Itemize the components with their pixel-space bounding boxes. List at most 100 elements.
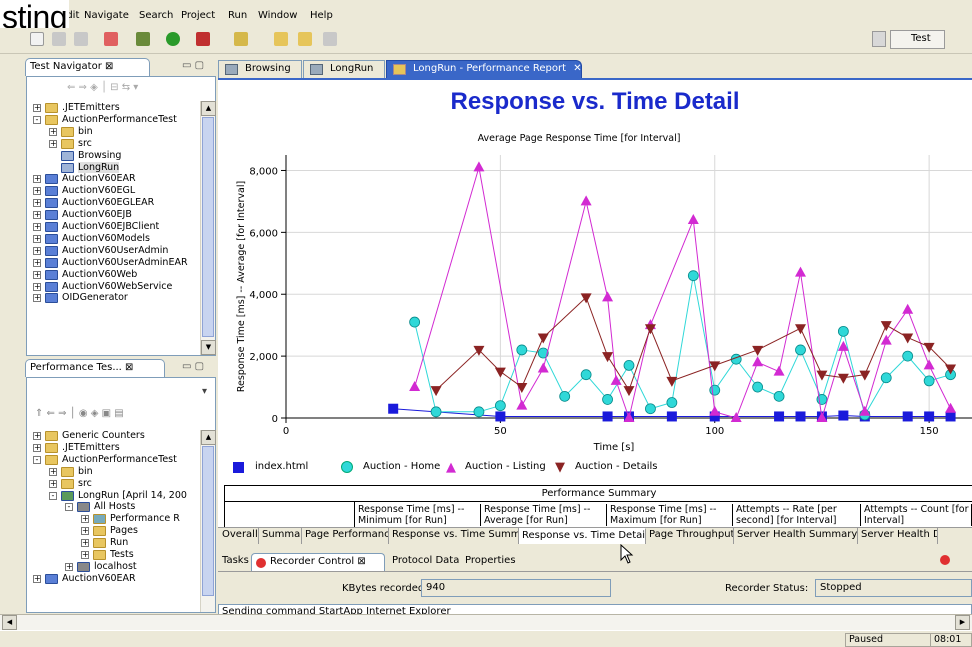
tree-item-label: LongRun [April 14, 200 [78,489,187,501]
tab-browsing[interactable]: Browsing [218,60,302,78]
scroll-thumb[interactable] [202,117,214,337]
save-icon[interactable] [52,32,66,46]
open-perspective-icon[interactable] [872,31,886,47]
expand-icon[interactable]: + [33,234,41,243]
tab-longrun[interactable]: LongRun [303,60,385,78]
expand-icon[interactable]: + [81,515,89,524]
expand-icon[interactable]: + [33,294,41,303]
menu-window[interactable]: Window [258,10,297,21]
column-header[interactable]: Attempts -- Count [for Interval] [861,504,972,526]
scroll-down-button[interactable]: ▼ [201,340,216,355]
close-icon[interactable]: ✕ [573,63,581,74]
expand-icon[interactable]: + [33,175,41,184]
open-type-icon[interactable] [234,32,248,46]
forward-icon[interactable] [298,32,312,46]
horizontal-scrollbar[interactable]: ◀ ▶ [0,614,972,630]
navigator-scrollbar[interactable]: ▲ ▼ [200,101,216,355]
expand-icon[interactable]: + [33,199,41,208]
run-icon[interactable] [166,32,180,46]
print-icon[interactable] [74,32,88,46]
column-header[interactable]: Attempts -- Rate [per second] [for Inter… [733,504,861,526]
runs-scrollbar[interactable]: ▲ [200,430,216,612]
report-tab[interactable]: Overall [219,528,259,544]
column-header[interactable]: Response Time [ms] -- Maximum [for Run] [607,504,733,526]
expand-icon[interactable]: + [49,139,57,148]
expand-icon[interactable]: + [49,479,57,488]
folder-icon [45,431,58,441]
expand-icon[interactable]: + [33,187,41,196]
server-icon[interactable] [104,32,118,46]
eclipse-window: ile Edit Navigate Search Project Run Win… [0,0,972,647]
report-tab[interactable]: Summary [259,528,302,544]
report-tab[interactable]: Server Health De [858,528,938,544]
perspective-test-button[interactable]: Test [890,30,945,49]
scroll-left-button[interactable]: ◀ [2,615,17,630]
expand-icon[interactable]: + [33,443,41,452]
expand-icon[interactable]: + [33,211,41,220]
scroll-right-button[interactable]: ▶ [955,615,970,630]
close-icon[interactable]: ⊠ [357,556,365,567]
series-line-2 [414,167,952,420]
menu-help[interactable]: Help [310,10,333,21]
tree-item[interactable]: + AuctionV60EAR [27,573,197,586]
report-tab[interactable]: Server Health Summary [734,528,858,544]
data-point [473,161,485,172]
legend-marker [341,461,353,473]
tree-item[interactable]: + OIDGenerator [27,292,197,305]
expand-icon[interactable]: + [33,282,41,291]
report-tab[interactable]: Page Performance [302,528,389,544]
collapse-icon[interactable]: - [33,115,41,124]
tab-performance-report[interactable]: LongRun - Performance Report ✕ [386,60,582,78]
menu-project[interactable]: Project [181,10,215,21]
menu-navigate[interactable]: Navigate [84,10,129,21]
tab-test-navigator[interactable]: Test Navigator ⊠ [25,58,150,76]
report-tab[interactable]: Page Throughput [646,528,734,544]
tab-tasks[interactable]: Tasks [218,553,253,571]
record-icon[interactable] [940,555,950,565]
menu-run[interactable]: Run [228,10,247,21]
expand-icon[interactable]: + [81,539,89,548]
legend-marker [233,462,244,473]
collapse-icon[interactable]: - [65,503,73,512]
expand-icon[interactable]: + [49,467,57,476]
expand-icon[interactable]: + [65,562,73,571]
column-header[interactable]: Response Time [ms] -- Minimum [for Run] [355,504,481,526]
menu-search[interactable]: Search [139,10,173,21]
debug-icon[interactable] [136,32,150,46]
tab-recorder-control[interactable]: Recorder Control ⊠ [251,553,385,571]
expand-icon[interactable]: + [33,270,41,279]
scroll-up-button[interactable]: ▲ [201,101,216,116]
tab-protocol-data[interactable]: Protocol Data [388,553,463,571]
scroll-up-button[interactable]: ▲ [201,430,216,445]
close-icon[interactable]: ⊠ [125,362,133,373]
column-header[interactable]: Response Time [ms] -- Average [for Run] [481,504,607,526]
tab-properties[interactable]: Properties [461,553,520,571]
scroll-thumb[interactable] [202,446,214,596]
report-tab[interactable]: Response vs. Time Detail [519,528,646,544]
nav-next-icon[interactable] [323,32,337,46]
expand-icon[interactable]: + [81,551,89,559]
collapse-icon[interactable]: - [33,455,41,464]
expand-icon[interactable]: + [33,223,41,231]
chart-subtitle: Average Page Response Time [for Interval… [478,133,681,144]
collapse-icon[interactable]: - [49,491,57,500]
expand-icon[interactable]: + [33,104,41,112]
back-icon[interactable] [274,32,288,46]
tab-performance-test-runs[interactable]: Performance Tes... ⊠ [25,359,165,377]
expand-icon[interactable]: + [33,258,41,267]
new-icon[interactable] [30,32,44,46]
report-tab[interactable]: Response vs. Time Summary [389,528,519,544]
tree-item-label: LongRun [78,161,120,173]
expand-icon[interactable]: + [33,246,41,255]
expand-icon[interactable]: + [49,127,57,136]
tree-item-label: OIDGenerator [62,292,128,304]
expand-icon[interactable]: + [33,432,41,440]
external-tools-icon[interactable] [196,32,210,46]
view-minmax-icon[interactable]: ▭ ▢ [182,60,204,71]
view-minmax-icon[interactable]: ▭ ▢ [182,361,204,372]
close-icon[interactable]: ⊠ [105,61,113,72]
expand-icon[interactable]: + [33,574,41,583]
expand-icon[interactable]: + [81,527,89,536]
data-point [773,390,785,402]
view-menu-icon[interactable]: ▾ [202,386,207,397]
